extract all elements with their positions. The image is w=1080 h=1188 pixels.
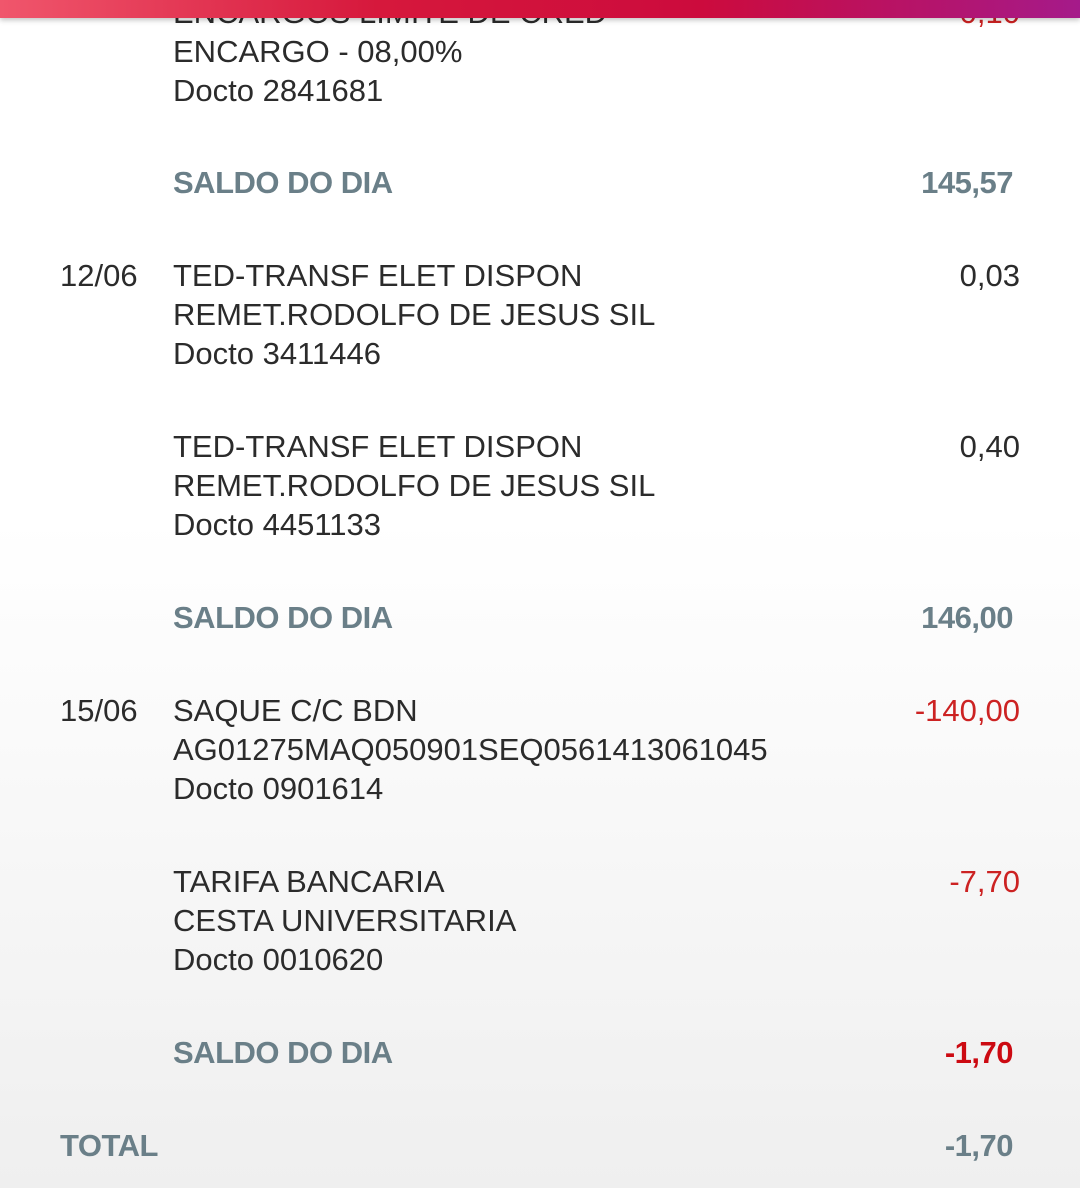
transaction-amount: 0,40 xyxy=(959,429,1020,464)
total-value: -1,70 xyxy=(944,1128,1014,1163)
transaction-amount: 0,03 xyxy=(959,258,1020,293)
daily-balance-label: SALDO DO DIA xyxy=(173,1035,393,1070)
transaction-document: Docto 2841681 xyxy=(173,73,384,108)
transaction-title: TED-TRANSF ELET DISPON xyxy=(173,258,583,293)
transaction-detail: AG01275MAQ050901SEQ0561413061045 xyxy=(173,732,768,767)
transaction-document: Docto 4451133 xyxy=(173,507,381,542)
transaction-date: 12/06 xyxy=(60,258,138,293)
daily-balance-label: SALDO DO DIA xyxy=(173,165,393,200)
transaction-title: TARIFA BANCARIA xyxy=(173,864,445,899)
transaction-detail: REMET.RODOLFO DE JESUS SIL xyxy=(173,297,656,332)
transaction-detail: CESTA UNIVERSITARIA xyxy=(173,903,517,938)
daily-balance-label: SALDO DO DIA xyxy=(173,600,393,635)
transaction-document: Docto 0901614 xyxy=(173,771,384,806)
transaction-document: Docto 0010620 xyxy=(173,942,384,977)
transaction-description: TED-TRANSF ELET DISPON REMET.RODOLFO DE … xyxy=(173,256,655,373)
transaction-amount: -7,70 xyxy=(949,864,1020,899)
top-accent-bar xyxy=(0,0,1080,18)
transaction-detail: ENCARGO - 08,00% xyxy=(173,34,463,69)
daily-balance-value: -1,70 xyxy=(944,1035,1014,1070)
transaction-date: 15/06 xyxy=(60,693,138,728)
transaction-description: TARIFA BANCARIA CESTA UNIVERSITARIA Doct… xyxy=(173,862,516,979)
transaction-document: Docto 3411446 xyxy=(173,336,381,371)
transaction-amount: -140,00 xyxy=(914,693,1020,728)
daily-balance-value: 145,57 xyxy=(921,165,1013,200)
transaction-detail: REMET.RODOLFO DE JESUS SIL xyxy=(173,468,656,503)
transaction-title: TED-TRANSF ELET DISPON xyxy=(173,429,583,464)
transaction-description: SAQUE C/C BDN AG01275MAQ050901SEQ0561413… xyxy=(173,691,768,808)
transaction-description: TED-TRANSF ELET DISPON REMET.RODOLFO DE … xyxy=(173,427,655,544)
transaction-title: SAQUE C/C BDN xyxy=(173,693,418,728)
daily-balance-value: 146,00 xyxy=(921,600,1013,635)
total-label: TOTAL xyxy=(60,1128,158,1163)
